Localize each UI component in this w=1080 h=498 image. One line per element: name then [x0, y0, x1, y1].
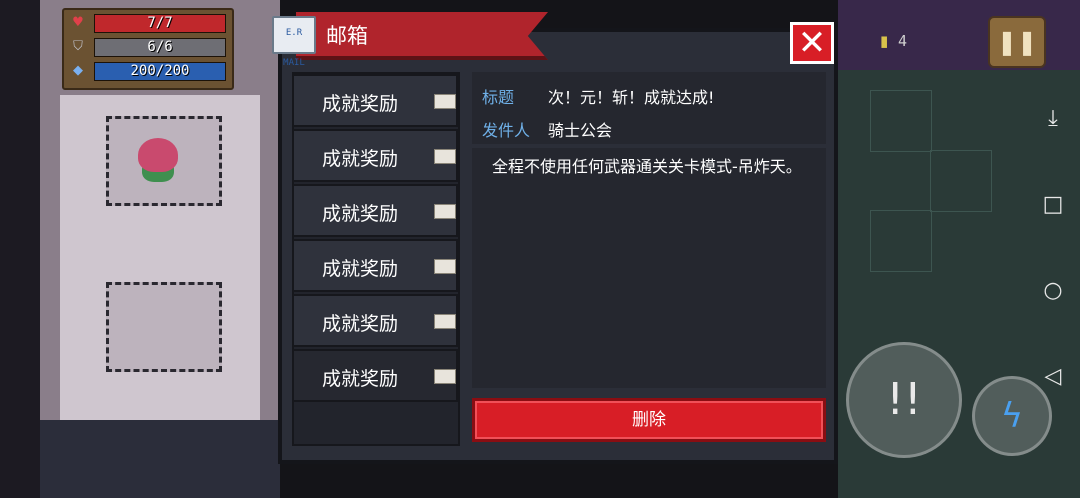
floor-tile [870, 90, 932, 152]
envelope-open-icon [434, 94, 456, 109]
heart-icon: ♥ [72, 15, 84, 30]
mail-list-item-selected[interactable]: 成就奖励 [292, 349, 458, 402]
mail-body-panel: 全程不使用任何武器通关关卡模式-吊炸天。 [472, 148, 826, 388]
skill-lightning-button[interactable]: ϟ [972, 376, 1052, 456]
envelope-open-icon [434, 369, 456, 384]
mail-item-label: 成就奖励 [322, 368, 399, 390]
pause-button[interactable]: ❚❚ [988, 16, 1046, 68]
sender-value: 骑士公会 [548, 121, 613, 140]
health-bar: 7/7 [94, 14, 226, 33]
weapon-switch-button[interactable]: !! [846, 342, 962, 458]
envelope-open-icon [434, 314, 456, 329]
delete-button[interactable]: 删除 [472, 398, 826, 442]
player-status-panel: ♥ 7/7 ⛉ 6/6 ◆ 200/200 [62, 8, 234, 90]
close-icon: ✕ [797, 23, 827, 63]
notification-pulldown-icon[interactable]: ⤓ [1040, 106, 1066, 132]
mailbox-icon: E.R MAIL [272, 16, 316, 68]
armor-row: ⛉ 6/6 [70, 37, 226, 57]
subject-label: 标题 [482, 88, 515, 107]
mail-list-item[interactable]: 成就奖励 [292, 294, 458, 347]
mail-body-text: 全程不使用任何武器通关关卡模式-吊炸天。 [492, 157, 802, 176]
home-icon[interactable]: ○ [1040, 278, 1066, 304]
recent-apps-icon[interactable]: □ [1040, 192, 1066, 218]
subject-value: 次！元！斩！成就达成! [548, 88, 715, 107]
envelope-open-icon [434, 204, 456, 219]
energy-crystal-icon: ◆ [73, 63, 83, 78]
dialog-title: 邮箱 [326, 24, 368, 48]
mail-item-label: 成就奖励 [322, 93, 399, 115]
envelope-open-icon [434, 149, 456, 164]
energy-row: ◆ 200/200 [70, 61, 226, 81]
close-button[interactable]: ✕ [790, 22, 834, 64]
coin-count: 4 [898, 32, 908, 50]
shield-icon: ⛉ [73, 39, 83, 54]
mail-list-item[interactable]: 成就奖励 [292, 74, 458, 127]
mail-item-label: 成就奖励 [322, 148, 399, 170]
mail-item-label: 成就奖励 [322, 313, 399, 335]
mail-header-panel: 标题 次！元！斩！成就达成! 发件人 骑士公会 [472, 72, 826, 144]
grass-area [40, 420, 280, 498]
mail-list-item[interactable]: 成就奖励 [292, 129, 458, 182]
plant-pen-2 [106, 282, 222, 372]
health-value: 7/7 [147, 15, 173, 31]
floor-tile [870, 210, 932, 272]
coin-icon: ▮ [880, 32, 889, 50]
armor-value: 6/6 [147, 39, 173, 55]
mail-list-item[interactable]: 成就奖励 [292, 239, 458, 292]
mail-list-item[interactable]: 成就奖励 [292, 184, 458, 237]
back-icon[interactable]: ◁ [1040, 364, 1066, 390]
health-row: ♥ 7/7 [70, 13, 226, 33]
floor-tile [930, 150, 992, 212]
mail-item-label: 成就奖励 [322, 203, 399, 225]
mail-item-label: 成就奖励 [322, 258, 399, 280]
energy-value: 200/200 [130, 63, 190, 79]
plant-icon [138, 138, 178, 172]
envelope-open-icon [434, 259, 456, 274]
armor-bar: 6/6 [94, 38, 226, 57]
sender-label: 发件人 [482, 121, 531, 140]
energy-bar: 200/200 [94, 62, 226, 81]
